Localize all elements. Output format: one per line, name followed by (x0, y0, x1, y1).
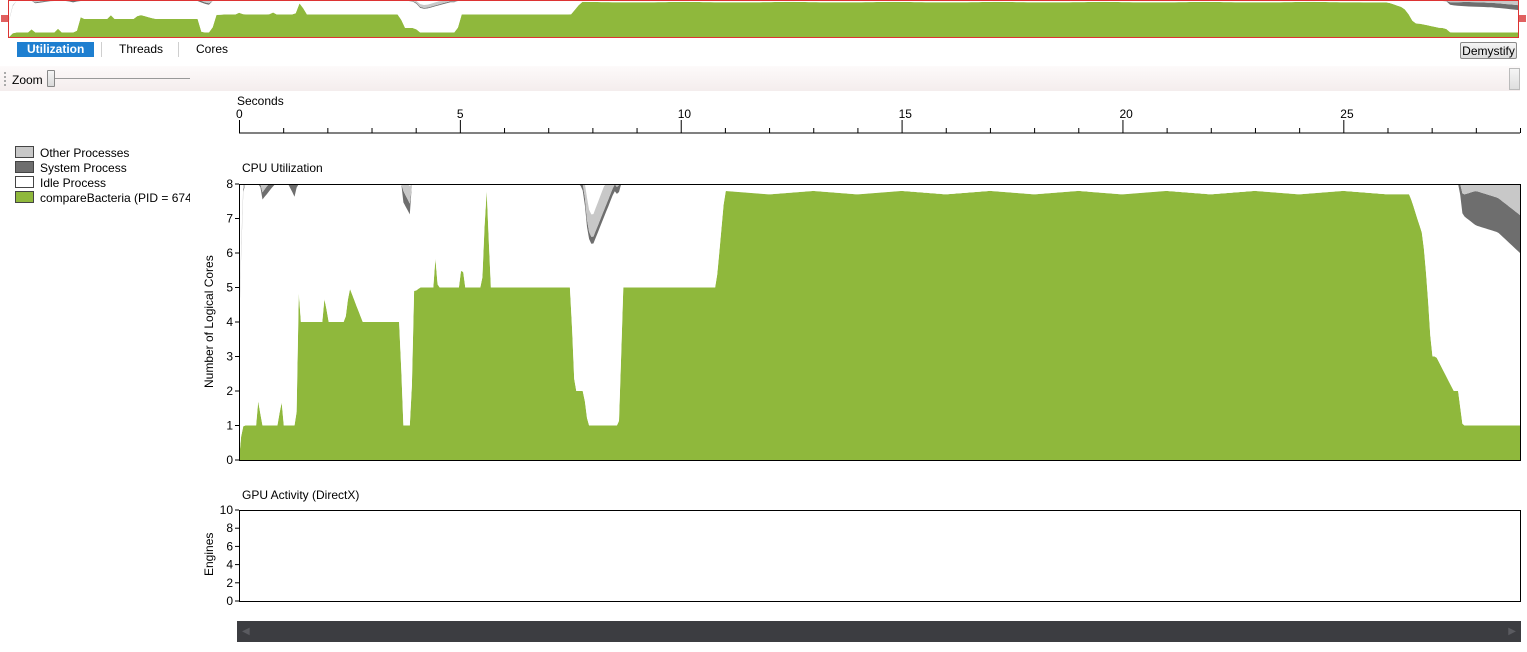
y-tick-label: 4 (226, 315, 233, 329)
gpu-activity-chart[interactable]: 0 2 4 6 8 10 (215, 502, 1527, 608)
overview-right-handle[interactable] (1519, 15, 1526, 22)
ruler-tick-label: 10 (678, 107, 692, 121)
zoom-toolbar (0, 66, 1520, 91)
zoom-label: Zoom (12, 73, 43, 87)
ruler-tick-label: 15 (899, 107, 913, 121)
y-tick-label: 0 (226, 594, 233, 608)
legend-swatch-system-process (15, 161, 34, 173)
ruler-tick-label: 0 (236, 107, 243, 121)
ruler-tick-label: 20 (1119, 107, 1133, 121)
y-tick-label: 1 (226, 419, 233, 433)
tab-separator (101, 42, 102, 57)
zoom-slider-track[interactable] (48, 78, 190, 79)
y-tick-label: 2 (226, 384, 233, 398)
y-tick-label: 10 (220, 503, 234, 517)
legend-swatch-idle-process (15, 176, 34, 188)
legend-swatch-comparebacteria (15, 191, 34, 203)
legend-swatch-other-processes (15, 146, 34, 158)
horizontal-scrollbar[interactable]: ◀ ▶ (237, 621, 1521, 642)
tab-cores[interactable]: Cores (186, 42, 238, 57)
legend-label-other-processes: Other Processes (40, 146, 130, 160)
y-tick-label: 7 (226, 212, 233, 226)
y-tick-label: 6 (226, 246, 233, 260)
gpu-chart-title: GPU Activity (DirectX) (242, 488, 360, 502)
timeline-overview[interactable] (8, 0, 1519, 38)
y-tick-label: 2 (226, 576, 233, 590)
y-tick-label: 0 (226, 453, 233, 467)
tab-utilization[interactable]: Utilization (17, 42, 95, 57)
gpu-y-axis-label: Engines (202, 532, 216, 576)
ruler-tick-label: 25 (1340, 107, 1354, 121)
ruler-tick-label: 5 (457, 107, 464, 121)
y-tick-label: 8 (226, 521, 233, 535)
zoom-slider-thumb[interactable] (47, 70, 55, 87)
y-tick-label: 6 (226, 539, 233, 553)
overview-left-handle[interactable] (1, 15, 8, 22)
vertical-scrollbar-thumb[interactable] (1509, 68, 1520, 90)
demystify-button[interactable]: Demystify (1460, 42, 1517, 59)
legend-label-idle-process: Idle Process (40, 176, 107, 190)
y-tick-label: 4 (226, 558, 233, 572)
legend-label-system-process: System Process (40, 161, 127, 175)
y-tick-label: 8 (226, 177, 233, 191)
plot-background (239, 510, 1520, 601)
tab-threads[interactable]: Threads (109, 42, 173, 57)
scroll-right-icon[interactable]: ▶ (1508, 626, 1516, 637)
legend-label-comparebacteria: compareBacteria (PID = 6748 (40, 191, 190, 205)
cpu-utilization-chart[interactable]: 0 1 2 3 4 5 6 7 8 (215, 176, 1527, 468)
tab-separator (178, 42, 179, 57)
cpu-chart-title: CPU Utilization (242, 161, 323, 175)
y-tick-label: 3 (226, 350, 233, 364)
overview-minigraph (9, 1, 1518, 37)
time-ruler: 0 5 10 15 20 25 (236, 107, 1521, 134)
y-tick-label: 5 (226, 281, 233, 295)
cpu-y-axis-label: Number of Logical Cores (202, 255, 216, 388)
scroll-left-icon[interactable]: ◀ (242, 626, 250, 637)
toolbar-grip[interactable] (4, 72, 8, 86)
